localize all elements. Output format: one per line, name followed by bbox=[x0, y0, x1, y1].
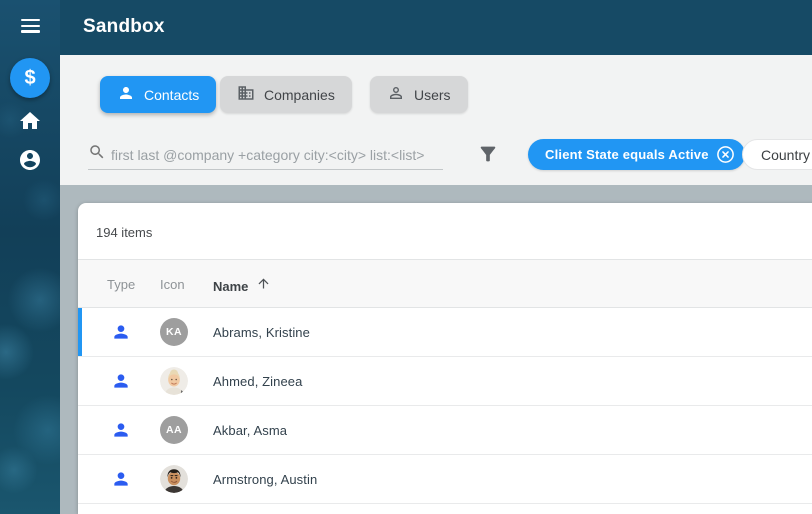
person-icon bbox=[117, 84, 135, 105]
table-header: Type Icon Name bbox=[78, 260, 812, 308]
dollar-icon[interactable]: $ bbox=[10, 58, 50, 98]
search-icon bbox=[88, 143, 106, 166]
table-row[interactable]: KA Abrams, Kristine bbox=[78, 308, 812, 357]
avatar-photo bbox=[160, 367, 188, 395]
tab-users[interactable]: Users bbox=[370, 76, 468, 113]
column-header-type[interactable]: Type bbox=[107, 277, 135, 292]
filter-funnel-icon[interactable] bbox=[477, 143, 499, 165]
avatar-initials: KA bbox=[160, 318, 188, 346]
person-icon bbox=[111, 322, 131, 342]
tab-label: Companies bbox=[264, 86, 335, 103]
items-count: 194 items bbox=[96, 225, 153, 240]
person-icon bbox=[111, 371, 131, 391]
filter-chip-client-state[interactable]: Client State equals Active bbox=[528, 139, 745, 170]
home-icon[interactable] bbox=[18, 109, 42, 133]
main-content: Contacts Companies Users Client State eq… bbox=[60, 55, 812, 514]
sidebar: $ bbox=[0, 0, 60, 514]
table-body: KA Abrams, Kristine Ahmed, Zineea AA Akbar, … bbox=[78, 308, 812, 504]
tab-companies[interactable]: Companies bbox=[220, 76, 352, 113]
building-icon bbox=[237, 84, 255, 105]
filter-chip-label: Client State equals Active bbox=[545, 147, 709, 162]
contact-name: Abrams, Kristine bbox=[213, 325, 310, 340]
top-app-bar: Sandbox bbox=[60, 0, 812, 55]
avatar-photo bbox=[160, 465, 188, 493]
search-input[interactable] bbox=[111, 146, 443, 163]
person-icon bbox=[111, 469, 131, 489]
column-header-name[interactable]: Name bbox=[213, 277, 271, 295]
results-region: 194 items Type Icon Name KA Abrams, Krist… bbox=[60, 185, 812, 514]
table-row[interactable]: Armstrong, Austin bbox=[78, 455, 812, 504]
table-row[interactable]: Ahmed, Zineea bbox=[78, 357, 812, 406]
close-circle-icon[interactable] bbox=[716, 145, 735, 164]
sort-ascending-arrow-icon bbox=[256, 277, 271, 295]
person-icon bbox=[111, 420, 131, 440]
search-field bbox=[88, 140, 443, 170]
column-header-icon[interactable]: Icon bbox=[160, 277, 185, 292]
account-circle-icon[interactable] bbox=[18, 148, 42, 172]
hamburger-menu-icon[interactable] bbox=[21, 19, 40, 33]
results-card: 194 items Type Icon Name KA Abrams, Krist… bbox=[78, 203, 812, 514]
contact-name: Armstrong, Austin bbox=[213, 472, 318, 487]
app-title: Sandbox bbox=[83, 16, 165, 37]
table-row[interactable]: AA Akbar, Asma bbox=[78, 406, 812, 455]
person-outline-icon bbox=[387, 84, 405, 105]
items-bar: 194 items bbox=[78, 203, 812, 260]
contact-name: Ahmed, Zineea bbox=[213, 374, 303, 389]
contact-name: Akbar, Asma bbox=[213, 423, 288, 438]
avatar-initials: AA bbox=[160, 416, 188, 444]
tab-label: Contacts bbox=[144, 86, 200, 103]
tab-contacts[interactable]: Contacts bbox=[100, 76, 217, 113]
filter-chip-country[interactable]: Country bbox=[742, 139, 812, 170]
tab-label: Users bbox=[414, 86, 451, 103]
filter-chip-label: Country bbox=[761, 146, 811, 163]
